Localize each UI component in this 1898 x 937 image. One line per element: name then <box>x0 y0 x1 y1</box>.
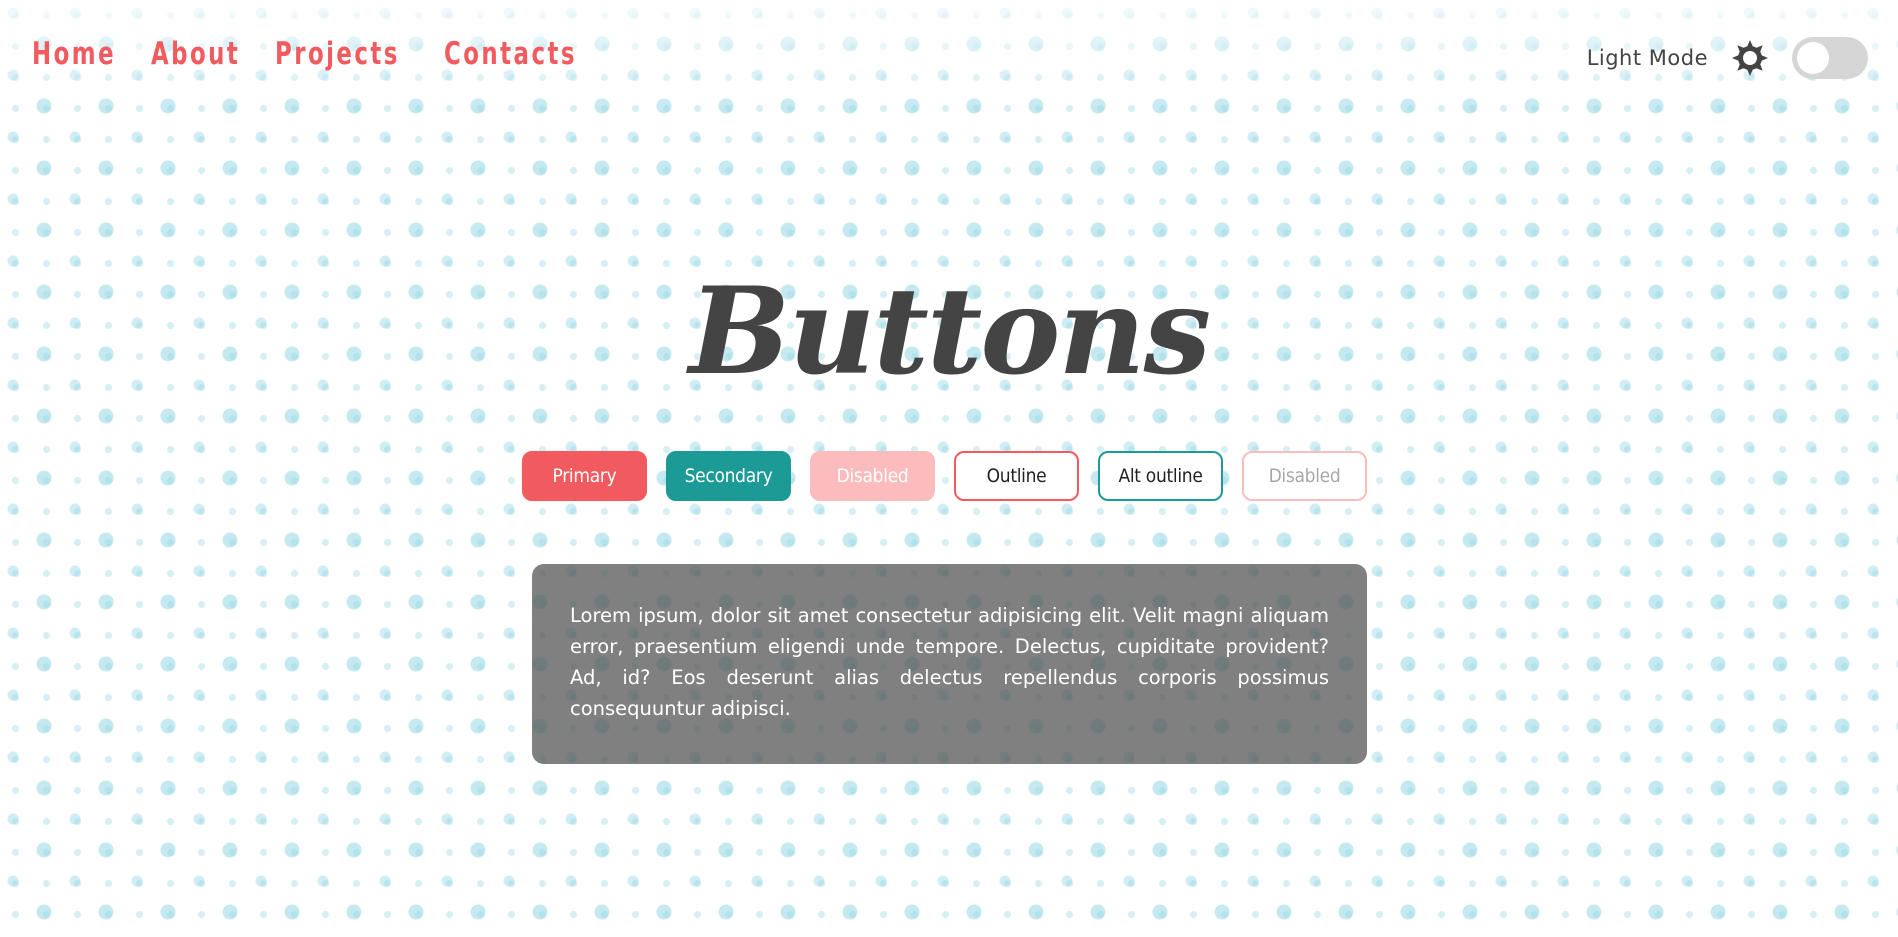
theme-mode-label: Light Mode <box>1586 46 1708 70</box>
nav-projects-link[interactable]: Projects <box>275 34 400 74</box>
button-row: Primary Secondary Disabled Outline Alt o… <box>522 451 1367 501</box>
alt-outline-button[interactable]: Alt outline <box>1098 451 1223 501</box>
toggle-knob <box>1797 42 1829 74</box>
nav-home-link[interactable]: Home <box>32 34 116 74</box>
page-title: Buttons <box>688 261 1211 402</box>
lorem-text-panel: Lorem ipsum, dolor sit amet consectetur … <box>532 564 1367 764</box>
disabled-button: Disabled <box>810 451 935 501</box>
nav-contacts-link[interactable]: Contacts <box>444 34 577 74</box>
main-nav: Home About Projects Contacts <box>32 34 578 74</box>
primary-button[interactable]: Primary <box>522 451 647 501</box>
theme-switcher: Light Mode <box>1587 37 1868 79</box>
sun-icon <box>1730 38 1770 78</box>
theme-toggle[interactable] <box>1792 37 1868 79</box>
secondary-button[interactable]: Secondary <box>666 451 791 501</box>
outline-button[interactable]: Outline <box>954 451 1079 501</box>
nav-about-link[interactable]: About <box>151 34 240 74</box>
disabled-outline-button: Disabled <box>1242 451 1367 501</box>
lorem-paragraph: Lorem ipsum, dolor sit amet consectetur … <box>570 604 1329 720</box>
